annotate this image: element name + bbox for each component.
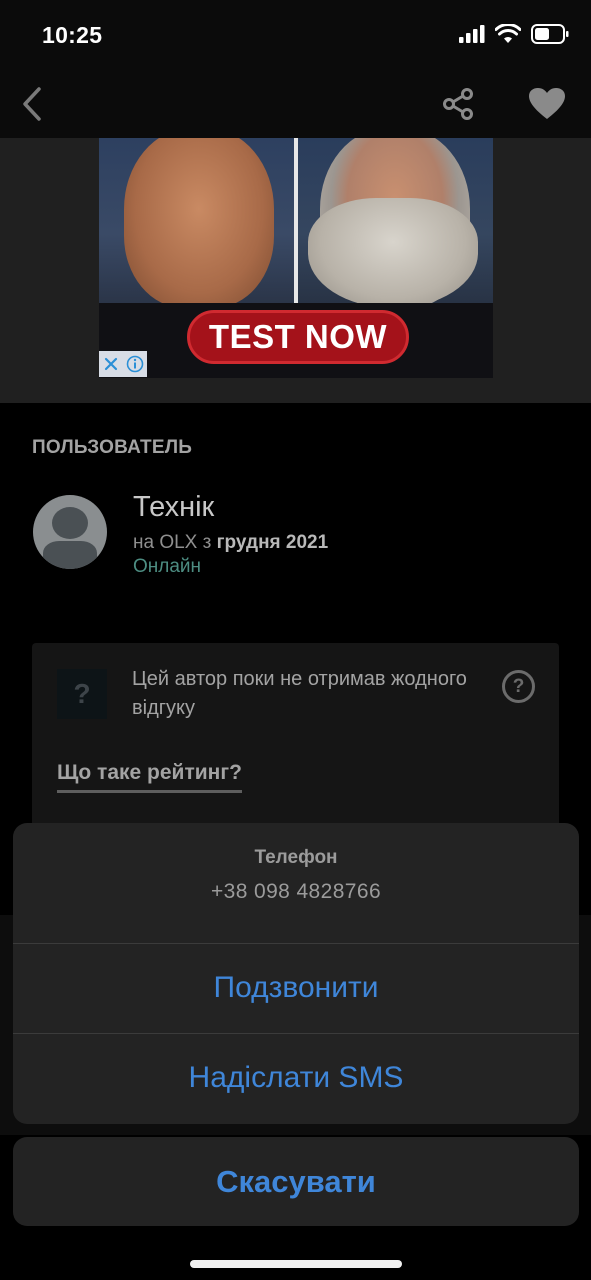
- section-title: ПОЛЬЗОВАТЕЛЬ: [32, 437, 193, 458]
- user-since-prefix: на OLX з: [133, 532, 212, 553]
- phone-action-sheet: Телефон +38 098 4828766 Подзвонити Надіс…: [13, 823, 579, 1124]
- close-icon[interactable]: [103, 356, 119, 372]
- battery-icon: [531, 24, 569, 44]
- ad-beard: [308, 198, 478, 308]
- phone-number: +38 098 4828766: [210, 880, 382, 903]
- heart-icon: [529, 88, 565, 119]
- no-reviews-text: Цей автор поки не отримав жодного відгук…: [132, 668, 467, 719]
- user-name[interactable]: Технік: [133, 491, 214, 524]
- chevron-left-icon: [23, 87, 41, 121]
- sheet-title: Телефон: [254, 847, 338, 868]
- user-since: на OLX з грудня 2021: [133, 532, 328, 554]
- call-button[interactable]: Подзвонити: [13, 943, 579, 1033]
- send-sms-button[interactable]: Надіслати SMS: [13, 1033, 579, 1123]
- status-icons: [459, 24, 569, 44]
- what-is-rating-link[interactable]: Що таке рейтинг?: [57, 761, 242, 793]
- ad-choices[interactable]: [99, 351, 147, 377]
- avatar[interactable]: [33, 495, 107, 569]
- home-indicator[interactable]: [190, 1260, 402, 1268]
- ad-cta-button[interactable]: TEST NOW: [187, 310, 409, 364]
- avatar-body: [43, 541, 97, 569]
- user-online-status: Онлайн: [133, 556, 202, 577]
- wifi-icon: [495, 24, 521, 43]
- nav-bar: [0, 70, 591, 138]
- share-button[interactable]: [438, 84, 478, 124]
- favorite-button[interactable]: [525, 84, 569, 124]
- help-icon[interactable]: ?: [502, 670, 535, 703]
- ad-banner[interactable]: TEST NOW: [0, 138, 591, 403]
- ad-face-young: [124, 138, 274, 308]
- cancel-button[interactable]: Скасувати: [13, 1137, 579, 1226]
- rating-card: ? Цей автор поки не отримав жодного відг…: [32, 643, 559, 843]
- info-icon[interactable]: [126, 355, 144, 373]
- status-time: 10:25: [42, 22, 103, 48]
- cellular-signal-icon: [459, 25, 485, 43]
- sheet-header: Телефон +38 098 4828766: [13, 823, 579, 943]
- user-since-date: грудня 2021: [216, 532, 329, 553]
- share-icon: [443, 88, 473, 120]
- avatar-head: [52, 507, 88, 539]
- status-bar: 10:25: [0, 0, 591, 70]
- ad-image[interactable]: TEST NOW: [99, 138, 493, 378]
- back-button[interactable]: [14, 80, 50, 128]
- question-icon: ?: [57, 669, 107, 719]
